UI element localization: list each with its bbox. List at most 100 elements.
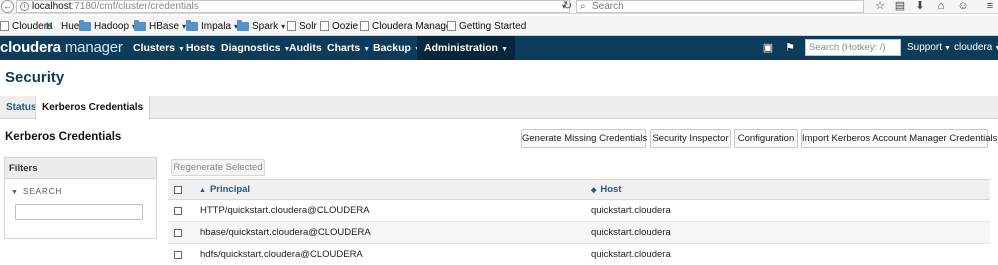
support-label: Support (907, 42, 943, 53)
caret-down-icon: ▼ (944, 45, 951, 52)
nav-label: Audits (289, 42, 322, 54)
menu-icon[interactable]: ≡ (983, 0, 997, 13)
row-checkbox[interactable] (174, 207, 182, 215)
commands-icon[interactable]: ⚑ (783, 41, 797, 55)
search-filter-label: SEARCH (22, 187, 63, 196)
host-cell: quickstart.cloudera (591, 205, 671, 216)
regenerate-selected-button[interactable]: Regenerate Selected (171, 159, 265, 176)
principal-cell: hbase/quickstart.cloudera@CLOUDERA (200, 227, 371, 238)
chat-icon[interactable]: ☺ (956, 0, 970, 13)
nav-hosts[interactable]: Hosts (186, 36, 215, 60)
bookmark-cloudera-manager[interactable]: Cloudera Manager (360, 19, 455, 33)
info-icon[interactable]: i (20, 2, 29, 11)
tab-kerberos-credentials[interactable]: Kerberos Credentials (35, 96, 151, 120)
caret-down-icon: ▼ (363, 46, 371, 53)
table-row: HTTP/quickstart.cloudera@CLOUDERA quicks… (168, 200, 990, 222)
search-icon: ⌕ (580, 1, 586, 12)
bookmark-oozie[interactable]: Oozie (320, 19, 358, 33)
url-text: localhost:7180/cmf/cluster/credentials (32, 1, 199, 13)
star-icon[interactable]: ☆ (873, 0, 887, 13)
principal-cell: HTTP/quickstart.cloudera@CLOUDERA (200, 205, 370, 216)
section-title: Kerberos Credentials (5, 131, 122, 143)
configuration-button[interactable]: Configuration (734, 129, 798, 148)
bookmark-label: Hue (61, 20, 80, 32)
user-menu[interactable]: cloudera ▼ (954, 36, 998, 60)
nav-label: Clusters (133, 42, 176, 54)
doc-icon (447, 21, 456, 31)
row-checkbox[interactable] (174, 251, 182, 259)
page-title: Security (5, 69, 65, 86)
bookmark-cloudera[interactable]: Cloudera (0, 19, 53, 33)
browser-toolbar: ← i localhost:7180/cmf/cluster/credentia… (0, 0, 998, 14)
bookmark-hadoop[interactable]: Hadoop ▾ (79, 19, 136, 33)
filters-panel: Filters ▼ SEARCH (4, 157, 157, 239)
table-header: ▲ Principal ◆ Host (168, 179, 990, 200)
reload-icon[interactable]: ↻ (563, 0, 572, 12)
hue-icon: H (46, 21, 53, 31)
credentials-table: ▲ Principal ◆ Host HTTP/quickstart.clouder… (168, 179, 990, 265)
nav-charts[interactable]: Charts ▼ (327, 36, 370, 60)
doc-icon (320, 21, 329, 31)
folder-icon (79, 19, 91, 31)
filter-search-input[interactable] (15, 204, 143, 220)
nav-search-input[interactable] (806, 40, 900, 55)
bookmark-hbase[interactable]: HBase ▾ (134, 19, 186, 33)
page-tabs: Status Kerberos Credentials (0, 96, 998, 120)
url-path: :7180/cmf/cluster/credentials (71, 1, 199, 12)
nav-label: Charts (327, 42, 361, 54)
row-checkbox[interactable] (174, 229, 182, 237)
table-row: hdfs/quickstart.cloudera@CLOUDERA quicks… (168, 244, 990, 265)
bookmark-solr[interactable]: Solr (287, 19, 317, 33)
bookmark-spark[interactable]: Spark ▾ (237, 19, 285, 33)
gift-icon[interactable]: ▣ (761, 41, 775, 55)
bookmark-label: HBase (149, 20, 180, 32)
address-bar[interactable]: i localhost:7180/cmf/cluster/credentials… (16, 0, 570, 13)
bookmark-getting-started[interactable]: Getting Started (447, 19, 526, 33)
column-label: Principal (209, 184, 251, 195)
nav-backup[interactable]: Backup▼ (373, 36, 421, 60)
caret-down-icon: ▼ (501, 46, 509, 53)
caret-down-icon: ▼ (994, 45, 998, 52)
cloudera-manager-logo[interactable]: cloudera manager (0, 38, 123, 57)
logo-text-manager: manager (64, 39, 123, 56)
bookmark-impala[interactable]: Impala ▾ (186, 19, 238, 33)
caret-down-icon: ▼ (178, 46, 185, 53)
bookmark-hue[interactable]: H Hue (46, 19, 79, 33)
column-header-principal[interactable]: ▲ Principal (199, 180, 250, 200)
nav-clusters[interactable]: Clusters ▼ (133, 36, 185, 60)
clipboard-icon[interactable]: ▤ (893, 0, 907, 13)
doc-icon (360, 21, 369, 31)
back-arrow-icon[interactable]: ← (1, 0, 14, 13)
folder-icon (237, 19, 249, 31)
select-all-checkbox[interactable] (174, 186, 182, 194)
nav-audits[interactable]: Audits (289, 36, 322, 60)
logo-text-cloudera: cloudera (0, 39, 61, 56)
host-cell: quickstart.cloudera (591, 227, 671, 238)
security-inspector-button[interactable]: Security Inspector (650, 129, 731, 148)
generate-missing-credentials-button[interactable]: Generate Missing Credentials (521, 129, 647, 148)
nav-search-box[interactable] (805, 39, 901, 56)
nav-diagnostics[interactable]: Diagnostics ▼ (221, 36, 290, 60)
nav-label: Administration (424, 42, 499, 54)
table-row: hbase/quickstart.cloudera@CLOUDERA quick… (168, 222, 990, 244)
support-menu[interactable]: Support ▼ (907, 36, 951, 60)
filters-title: Filters (5, 158, 156, 179)
nav-administration[interactable]: Administration ▼ (417, 36, 516, 60)
principal-cell: hdfs/quickstart.cloudera@CLOUDERA (200, 249, 363, 260)
home-icon[interactable]: ⌂ (934, 0, 948, 13)
import-kerberos-credentials-button[interactable]: Import Kerberos Account Manager Credenti… (801, 129, 997, 148)
bookmark-label: Solr (299, 20, 317, 32)
main-navbar: cloudera manager Clusters ▼ Hosts Diagnos… (0, 36, 998, 60)
column-header-host[interactable]: ◆ Host (591, 180, 622, 200)
download-icon[interactable]: ⬇ (913, 0, 927, 13)
doc-icon (0, 21, 9, 31)
browser-search-input[interactable] (592, 1, 852, 12)
chevron-down-icon: ▾ (281, 21, 286, 31)
bookmark-label: Cloudera Manager (372, 20, 455, 32)
search-filter-toggle[interactable]: ▼ SEARCH (11, 187, 62, 196)
nav-label: Backup (373, 42, 411, 54)
folder-icon (186, 19, 198, 31)
browser-search-box[interactable]: ⌕ (576, 0, 864, 13)
column-label: Host (600, 184, 622, 195)
bookmark-label: Oozie (332, 20, 359, 32)
